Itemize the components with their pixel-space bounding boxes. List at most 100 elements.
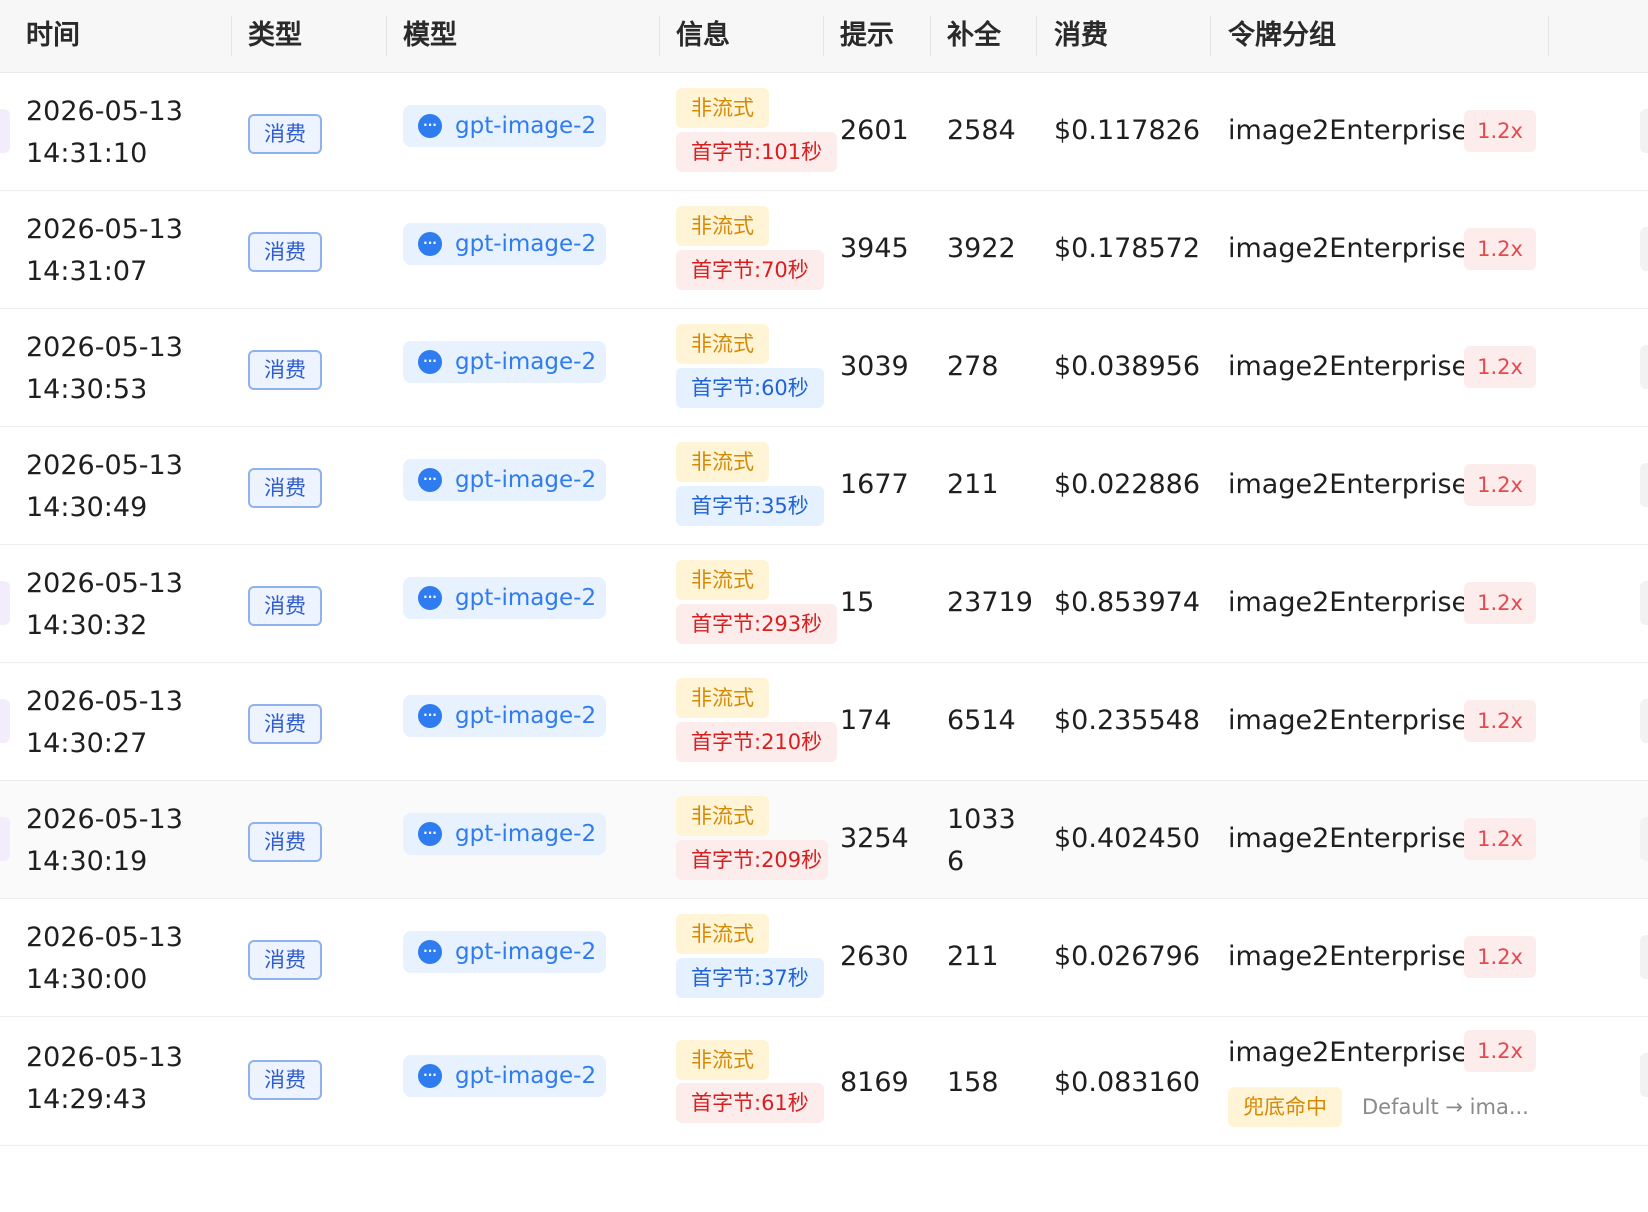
chat-bubble-icon: ···	[418, 114, 442, 138]
stream-mode-tag: 非流式	[676, 324, 769, 364]
completion-tokens: 158	[947, 1067, 999, 1098]
table-row[interactable]: 2026-05-13 14:30:19 消费 ··· gpt-image-2 非流式…	[0, 781, 1648, 899]
ratio-badge: 1.2x	[1464, 464, 1536, 506]
stream-mode-tag: 非流式	[676, 560, 769, 600]
token-group: image2Enterprise	[1228, 233, 1469, 264]
time-text: 14:30:49	[26, 492, 148, 523]
ratio-badge: 1.2x	[1464, 582, 1536, 624]
token-group: image2Enterprise	[1228, 941, 1469, 972]
model-tag[interactable]: ··· gpt-image-2	[403, 813, 606, 855]
completion-tokens: 6514	[947, 705, 1016, 736]
cost-value: $0.083160	[1054, 1067, 1201, 1098]
table-row[interactable]: 2026-05-13 14:29:43 消费 ··· gpt-image-2 非流式…	[0, 1017, 1648, 1146]
ratio-badge: 1.2x	[1464, 936, 1536, 978]
row-right-edge	[1640, 345, 1648, 389]
model-tag[interactable]: ··· gpt-image-2	[403, 931, 606, 973]
first-byte-tag: 首字节:101秒	[676, 132, 838, 172]
date-text: 2026-05-13	[26, 1042, 183, 1073]
table-row[interactable]: 2026-05-13 14:31:07 消费 ··· gpt-image-2 非流式…	[0, 191, 1648, 309]
completion-tokens: 2584	[947, 115, 1016, 146]
type-tag: 消费	[248, 940, 322, 980]
cost-value: $0.853974	[1054, 587, 1201, 618]
time-cell: 2026-05-13 14:30:27	[26, 681, 183, 765]
time-cell: 2026-05-13 14:30:00	[26, 917, 183, 1001]
first-byte-tag: 首字节:60秒	[676, 368, 824, 408]
time-cell: 2026-05-13 14:30:32	[26, 563, 183, 647]
model-tag[interactable]: ··· gpt-image-2	[403, 459, 606, 501]
row-left-edge	[0, 109, 10, 153]
row-left-edge	[0, 581, 10, 625]
table-row[interactable]: 2026-05-13 14:30:49 消费 ··· gpt-image-2 非流式…	[0, 427, 1648, 545]
chat-bubble-icon: ···	[418, 940, 442, 964]
usage-log-table: 时间 类型 模型 信息 提示 补全 消费 令牌分组 2026-05-13 14:3…	[0, 0, 1648, 1146]
model-name: gpt-image-2	[455, 821, 597, 847]
date-text: 2026-05-13	[26, 450, 183, 481]
date-text: 2026-05-13	[26, 214, 183, 245]
completion-tokens: 278	[947, 351, 999, 382]
model-name: gpt-image-2	[455, 113, 597, 139]
prompt-tokens: 2601	[840, 115, 909, 146]
cost-value: $0.038956	[1054, 351, 1201, 382]
prompt-tokens: 3039	[840, 351, 909, 382]
time-cell: 2026-05-13 14:29:43	[26, 1037, 183, 1121]
column-divider	[386, 16, 387, 56]
model-tag[interactable]: ··· gpt-image-2	[403, 577, 606, 619]
stream-mode-tag: 非流式	[676, 1040, 769, 1080]
type-tag: 消费	[248, 114, 322, 154]
model-tag[interactable]: ··· gpt-image-2	[403, 223, 606, 265]
first-byte-tag: 首字节:61秒	[676, 1083, 824, 1123]
row-left-edge	[0, 817, 10, 861]
time-cell: 2026-05-13 14:30:53	[26, 327, 183, 411]
table-row[interactable]: 2026-05-13 14:30:53 消费 ··· gpt-image-2 非流式…	[0, 309, 1648, 427]
cost-value: $0.117826	[1054, 115, 1201, 146]
model-tag[interactable]: ··· gpt-image-2	[403, 1055, 606, 1097]
row-right-edge	[1640, 463, 1648, 507]
token-group: image2Enterprise	[1228, 705, 1469, 736]
model-tag[interactable]: ··· gpt-image-2	[403, 695, 606, 737]
table-row[interactable]: 2026-05-13 14:30:00 消费 ··· gpt-image-2 非流式…	[0, 899, 1648, 1017]
column-divider	[659, 16, 660, 56]
column-divider	[1210, 16, 1211, 56]
ratio-badge: 1.2x	[1464, 700, 1536, 742]
ratio-badge: 1.2x	[1464, 228, 1536, 270]
model-name: gpt-image-2	[455, 467, 597, 493]
token-group: image2Enterprise	[1228, 351, 1469, 382]
completion-line-1: 1033	[947, 804, 1016, 835]
type-tag: 消费	[248, 586, 322, 626]
chat-bubble-icon: ···	[418, 1064, 442, 1088]
column-header-type[interactable]: 类型	[248, 0, 302, 72]
row-left-edge	[0, 699, 10, 743]
column-header-info[interactable]: 信息	[676, 0, 730, 72]
column-header-prompt[interactable]: 提示	[840, 0, 894, 72]
time-cell: 2026-05-13 14:31:07	[26, 209, 183, 293]
column-header-completion[interactable]: 补全	[947, 0, 1001, 72]
model-tag[interactable]: ··· gpt-image-2	[403, 341, 606, 383]
date-text: 2026-05-13	[26, 804, 183, 835]
token-group: image2Enterprise	[1228, 823, 1469, 854]
ratio-badge: 1.2x	[1464, 110, 1536, 152]
token-group: image2Enterprise	[1228, 115, 1469, 146]
stream-mode-tag: 非流式	[676, 678, 769, 718]
column-header-cost[interactable]: 消费	[1054, 0, 1108, 72]
model-tag[interactable]: ··· gpt-image-2	[403, 105, 606, 147]
column-header-model[interactable]: 模型	[403, 0, 457, 72]
table-row[interactable]: 2026-05-13 14:31:10 消费 ··· gpt-image-2 非流式…	[0, 73, 1648, 191]
completion-tokens: 23719	[947, 587, 1033, 618]
model-name: gpt-image-2	[455, 231, 597, 257]
table-row[interactable]: 2026-05-13 14:30:27 消费 ··· gpt-image-2 非流式…	[0, 663, 1648, 781]
type-tag: 消费	[248, 704, 322, 744]
column-header-token-group[interactable]: 令牌分组	[1228, 0, 1336, 72]
first-byte-tag: 首字节:209秒	[676, 840, 828, 880]
fallback-route-text[interactable]: Default → ima...	[1362, 1087, 1529, 1127]
completion-tokens: 211	[947, 469, 999, 500]
date-text: 2026-05-13	[26, 922, 183, 953]
chat-bubble-icon: ···	[418, 468, 442, 492]
row-right-edge	[1640, 1053, 1648, 1097]
prompt-tokens: 1677	[840, 469, 909, 500]
table-row[interactable]: 2026-05-13 14:30:32 消费 ··· gpt-image-2 非流式…	[0, 545, 1648, 663]
first-byte-tag: 首字节:70秒	[676, 250, 824, 290]
time-text: 14:30:53	[26, 374, 148, 405]
model-name: gpt-image-2	[455, 703, 597, 729]
column-header-time[interactable]: 时间	[26, 0, 80, 72]
row-right-edge	[1640, 817, 1648, 861]
